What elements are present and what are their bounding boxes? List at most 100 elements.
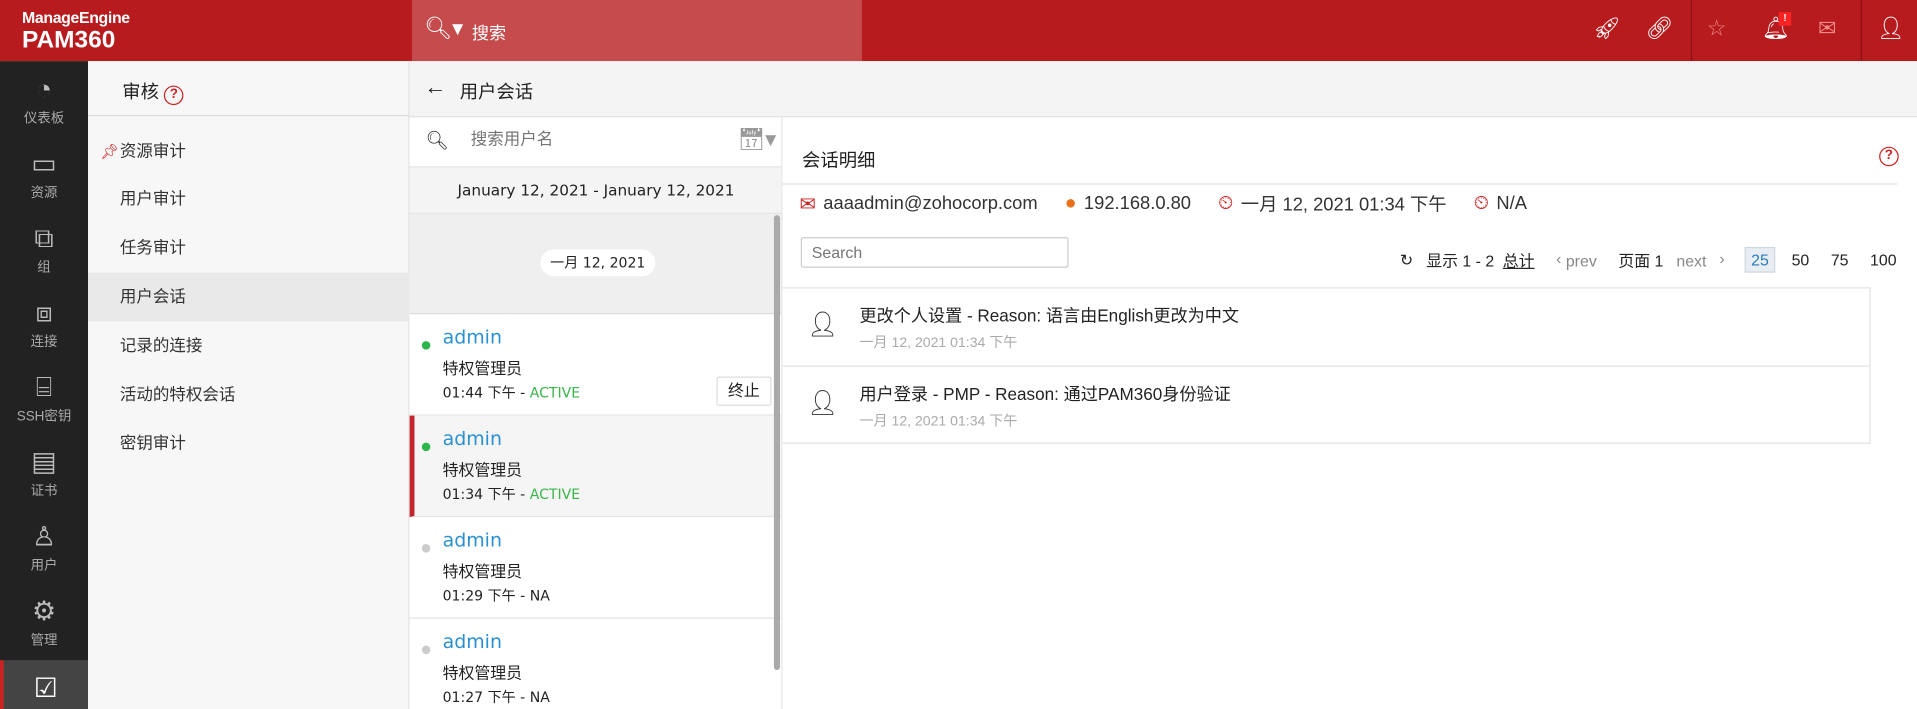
divider (1690, 0, 1693, 62)
divider (782, 183, 1898, 185)
date-range: January 12, 2021 - January 12, 2021 (409, 167, 782, 214)
top-bar: ManageEngine PAM360 🔍︎▾ 搜索 🚀︎ 🔗︎ ☆ 🔔︎ ! … (0, 0, 1917, 62)
user-icon: 👤︎ (806, 390, 838, 417)
session-time: 01:34 下午 - ACTIVE (442, 485, 581, 503)
submenu-user-audit[interactable]: 用户审计 (88, 175, 410, 224)
user-email: aaaadmin@zohocorp.com (823, 193, 1038, 214)
activity-row: 👤︎ 用户登录 - PMP - Reason: 通过PAM360身份验证 一月 … (782, 365, 1870, 443)
activity-date: 一月 12, 2021 01:34 下午 (859, 414, 1018, 430)
submenu-active-privileged-sessions[interactable]: 活动的特权会话 (88, 370, 410, 419)
rocket-icon[interactable]: 🚀︎ (1593, 16, 1621, 42)
nav-groups[interactable]: ⧉ 组 (0, 210, 88, 285)
username-search-input[interactable] (470, 129, 716, 148)
nav-resources[interactable]: ▭ 资源 (0, 136, 88, 211)
session-time: 01:29 下午 - NA (442, 586, 550, 604)
submenu-resource-audit[interactable]: 📌︎ 资源审计 (88, 127, 410, 176)
help-icon[interactable]: ? (1879, 146, 1899, 167)
session-item-selected[interactable]: admin 特权管理员 01:34 下午 - ACTIVE (409, 415, 782, 518)
activity-list: 👤︎ 更改个人设置 - Reason: 语言由English更改为中文 一月 1… (782, 287, 1871, 444)
ip-address: 192.168.0.80 (1083, 193, 1192, 214)
nav-ssh-keys[interactable]: ⌸ SSH密钥 (0, 359, 88, 434)
session-info: ✉ aaaadmin@zohocorp.com ● 192.168.0.80 ⏲︎ 一… (800, 191, 1527, 220)
start-time: 一月 12, 2021 01:34 下午 (1240, 194, 1447, 216)
search-icon[interactable]: 🔍︎▾ (424, 16, 463, 42)
product-name[interactable]: PAM360 (22, 27, 115, 55)
session-role: 特权管理员 (442, 359, 523, 378)
status-dot (421, 544, 431, 553)
user-star-icon[interactable]: ☆ (1707, 16, 1727, 42)
link-icon[interactable]: 🔗︎ (1646, 16, 1674, 42)
submenu-title: 审核 (122, 81, 159, 103)
status-dot (421, 341, 431, 350)
global-search-input[interactable]: 搜索 (472, 21, 506, 45)
nav-connections[interactable]: ⧈ 连接 (0, 285, 88, 360)
session-item[interactable]: admin 特权管理员 01:44 下午 - ACTIVE 终止 (409, 314, 782, 416)
total-link[interactable]: 总计 (1503, 248, 1535, 271)
activity-title: 更改个人设置 - Reason: 语言由English更改为中文 (859, 305, 1239, 326)
date-pill: 一月 12, 2021 (540, 249, 656, 277)
page-size-75[interactable]: 75 (1826, 248, 1853, 271)
session-role: 特权管理员 (442, 460, 523, 480)
connection-icon: ⧈ (35, 297, 53, 328)
scrollbar[interactable] (773, 215, 781, 670)
pagination: ↻ 显示 1 - 2 总计 ‹ prev 页面 1 next › 25 50 7… (1400, 246, 1902, 273)
dashboard-icon: ◔ (35, 73, 53, 104)
notification-badge: ! (1778, 12, 1792, 26)
details-search-input[interactable] (800, 237, 1069, 268)
submenu-recorded-connections[interactable]: 记录的连接 (88, 322, 410, 371)
session-role: 特权管理员 (442, 562, 523, 581)
nav-users[interactable]: ♙ 用户 (0, 509, 88, 584)
prev-button[interactable]: ‹ prev (1556, 250, 1605, 270)
nav-certificates[interactable]: ▤ 证书 (0, 434, 88, 509)
page-size-25[interactable]: 25 (1745, 246, 1775, 273)
page-size-50[interactable]: 50 (1787, 248, 1814, 271)
submenu-task-audit[interactable]: 任务审计 (88, 224, 410, 273)
submenu-user-sessions[interactable]: 用户会话 (88, 272, 410, 322)
page-title: 用户会话 (459, 81, 534, 103)
refresh-icon[interactable]: ↻ (1400, 250, 1413, 270)
nav-dashboard[interactable]: ◔ 仪表板 (0, 61, 88, 136)
terminate-button[interactable]: 终止 (716, 376, 772, 406)
pin-icon[interactable]: 📌︎ (100, 127, 119, 176)
submenu-header: 审核 ? (88, 61, 410, 117)
back-arrow-icon[interactable]: ← (424, 75, 446, 101)
next-button[interactable]: next › (1676, 250, 1724, 270)
date-group: 一月 12, 2021 (409, 213, 782, 315)
end-time: N/A (1496, 193, 1527, 214)
start-time-icon: ⏲︎ (1218, 192, 1234, 214)
session-item[interactable]: admin 特权管理员 01:27 下午 - NA (410, 619, 782, 709)
page-header: ← 用户会话 (409, 61, 1917, 118)
user-menu-icon[interactable]: 👤︎ (1877, 16, 1905, 42)
page-size-100[interactable]: 100 (1865, 248, 1901, 271)
certificate-icon: ▤ (31, 446, 57, 477)
nav-audit[interactable]: ☑审核 (0, 660, 89, 709)
session-role: 特权管理员 (442, 663, 523, 683)
divider (1860, 0, 1863, 62)
main-nav: ◔仪表板 ▭资源 ⧉组 ⧈连接 ⌸SSH密钥 ▤证书 ♙用户 ⚙管理 ☑审核 (0, 61, 89, 709)
calendar-icon[interactable]: 📅︎▾ (737, 127, 776, 153)
submenu-key-audit[interactable]: 密钥审计 (88, 419, 410, 468)
user-icon: ♙ (31, 520, 57, 552)
nav-admin[interactable]: ⚙ 管理 (0, 583, 88, 658)
showing-count: 显示 1 - 2 总计 (1426, 248, 1543, 271)
mail-icon[interactable]: ✉ (1818, 16, 1836, 42)
monitor-icon: ▭ (31, 147, 57, 179)
session-user[interactable]: admin (443, 326, 502, 348)
session-user[interactable]: admin (443, 428, 502, 450)
session-details-panel: 会话明细 ? ✉ aaaadmin@zohocorp.com ● 192.168.0… (782, 117, 1917, 709)
gear-icon: ⚙ (31, 595, 57, 626)
session-time: 01:44 下午 - ACTIVE (442, 383, 581, 402)
audit-submenu: 审核 ? 📌︎ 资源审计 用户审计 任务审计 用户会话 记录的连接 活动的特权会话… (88, 61, 410, 709)
session-user[interactable]: admin (443, 529, 502, 551)
session-user[interactable]: admin (443, 631, 502, 653)
firefox-icon: ● (1064, 192, 1077, 214)
global-search[interactable]: 🔍︎▾ 搜索 (412, 0, 862, 62)
audit-icon: ☑ (33, 672, 58, 703)
groups-icon: ⧉ (34, 222, 54, 254)
help-icon[interactable]: ? (164, 85, 184, 106)
session-item[interactable]: admin 特权管理员 01:29 下午 - NA (409, 517, 782, 619)
details-title: 会话明细 (802, 150, 876, 172)
user-search: 🔍︎ 📅︎▾ (409, 117, 782, 168)
end-time-icon: ⏲︎ (1473, 192, 1490, 214)
mail-icon: ✉ (799, 193, 816, 215)
